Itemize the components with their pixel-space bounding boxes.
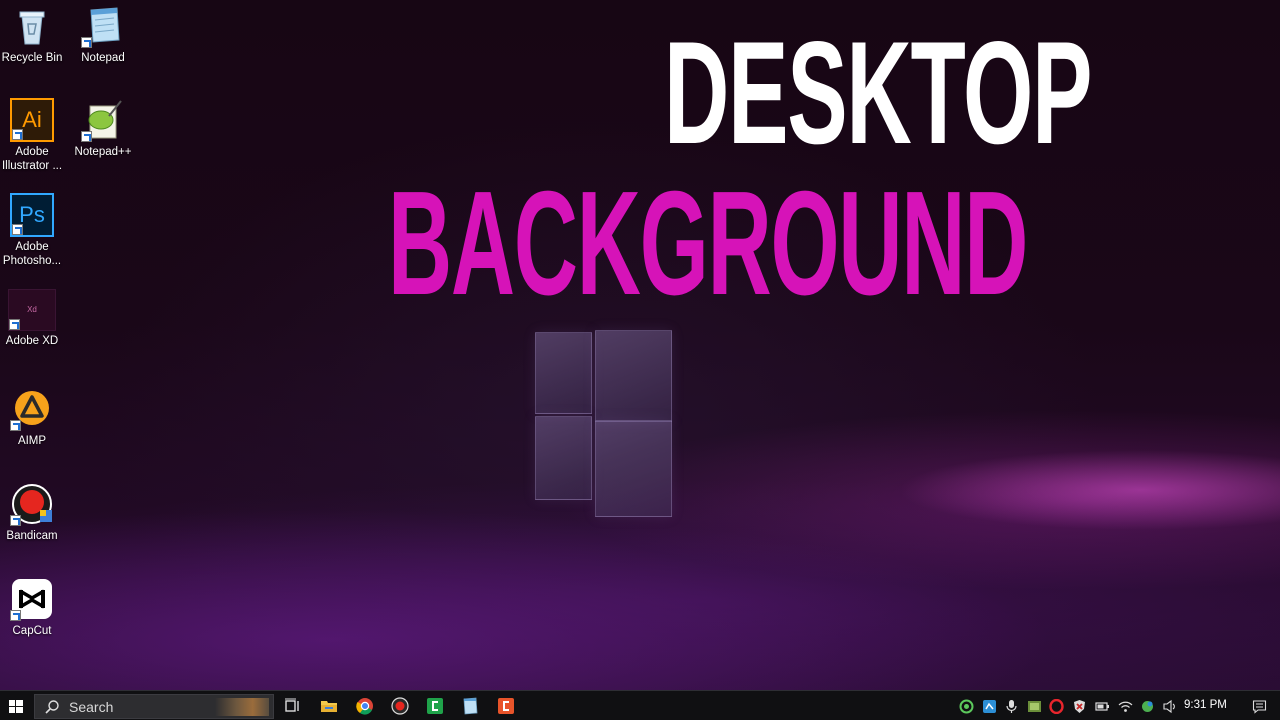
adobe-photoshop-icon: Ps (10, 193, 54, 237)
bandicam-label: Bandicam (6, 530, 58, 542)
adobe-illustrator-icon: Ai (10, 98, 54, 142)
taskbar-clock[interactable]: 9:31 PM (1184, 699, 1227, 711)
green-circle-icon (959, 699, 974, 714)
photoshop-label-line1: Adobe (15, 241, 49, 253)
chrome-icon (356, 698, 373, 715)
camtasia-icon (427, 698, 443, 714)
illustrator-label-line1: Adobe (15, 146, 49, 158)
desktop-icon-recycle-bin[interactable]: Recycle Bin (0, 4, 67, 65)
notepad-plus-plus-label: Notepad++ (74, 146, 132, 158)
taskbar-capcut[interactable] (496, 696, 516, 716)
tray-opera[interactable] (1049, 698, 1064, 715)
desktop-icon-adobe-xd[interactable]: Xd Adobe XD (0, 289, 67, 348)
desktop-icon-adobe-illustrator[interactable]: Ai Adobe Illustrator ... (0, 98, 67, 173)
desktop-icon-aimp[interactable]: AIMP (0, 387, 67, 448)
taskbar-file-explorer[interactable] (319, 696, 339, 716)
record-icon (391, 697, 409, 715)
aimp-icon (10, 387, 54, 431)
task-view-icon (285, 698, 299, 712)
recycle-bin-icon (10, 4, 54, 48)
wifi-icon (1118, 701, 1133, 712)
taskbar-notepad[interactable] (460, 696, 480, 716)
shortcut-arrow-icon (10, 610, 21, 621)
illustrator-label-line2: Illustrator ... (1, 160, 63, 172)
security-icon (1074, 700, 1085, 713)
notification-icon (1252, 700, 1267, 714)
shortcut-arrow-icon (10, 515, 21, 526)
task-view-button[interactable] (283, 696, 303, 716)
taskbar: Search 9:31 PM (0, 690, 1280, 720)
tray-network-app[interactable] (982, 699, 997, 714)
shortcut-arrow-icon (10, 420, 21, 431)
tray-green-circle[interactable] (959, 699, 974, 714)
start-button[interactable] (0, 691, 32, 720)
desktop-icon-adobe-photoshop[interactable]: Ps Adobe Photosho... (0, 193, 67, 268)
network-app-icon (983, 700, 996, 713)
recycle-bin-label: Recycle Bin (1, 52, 63, 64)
photoshop-label-line2: Photosho... (2, 255, 62, 267)
tray-app[interactable] (1027, 699, 1042, 714)
notepad-icon (81, 4, 125, 48)
tray-wifi[interactable] (1118, 699, 1133, 714)
taskbar-search-box[interactable]: Search (34, 694, 274, 719)
shortcut-arrow-icon (9, 319, 20, 330)
taskbar-camtasia[interactable] (425, 696, 445, 716)
desktop-icon-bandicam[interactable]: Bandicam (0, 482, 67, 543)
headline-background: BACKGROUND (388, 161, 1028, 326)
tray-volume[interactable] (1162, 699, 1177, 714)
adobe-xd-icon: Xd (8, 289, 56, 331)
adobe-xd-label: Adobe XD (5, 335, 59, 347)
aimp-label: AIMP (17, 435, 47, 447)
capcut-icon (10, 577, 54, 621)
capcut-orange-icon (498, 698, 514, 714)
desktop: DESKTOP BACKGROUND Recycle Bin Notepad A… (0, 0, 1280, 720)
windows-start-icon (9, 700, 23, 713)
tray-security[interactable] (1072, 699, 1087, 714)
search-icon (45, 700, 59, 714)
headline-desktop: DESKTOP (664, 11, 1092, 174)
desktop-icon-notepad[interactable]: Notepad (68, 4, 138, 65)
windows-logo (535, 330, 675, 520)
shortcut-arrow-icon (81, 37, 92, 48)
microphone-icon (1006, 700, 1017, 713)
file-explorer-icon (321, 701, 337, 712)
opera-icon (1049, 698, 1064, 715)
tray-battery[interactable] (1095, 699, 1110, 714)
capcut-label: CapCut (12, 625, 52, 637)
taskbar-chrome[interactable] (355, 696, 375, 716)
app-icon (1028, 701, 1041, 712)
search-highlight-image (215, 698, 269, 716)
tray-update[interactable] (1140, 699, 1155, 714)
bandicam-icon (10, 482, 54, 526)
desktop-icon-notepad-plus-plus[interactable]: Notepad++ (68, 98, 138, 159)
notepad-label: Notepad (81, 52, 125, 64)
notepad-icon (463, 697, 478, 715)
notepad-plus-plus-icon (81, 98, 125, 142)
taskbar-recorder[interactable] (390, 696, 410, 716)
tray-microphone[interactable] (1004, 699, 1019, 714)
update-icon (1142, 701, 1153, 712)
battery-icon (1095, 702, 1109, 711)
volume-icon (1163, 699, 1175, 714)
desktop-icon-capcut[interactable]: CapCut (0, 577, 67, 638)
search-placeholder: Search (69, 699, 114, 715)
shortcut-arrow-icon (12, 224, 23, 235)
shortcut-arrow-icon (12, 129, 23, 140)
action-center-button[interactable] (1252, 699, 1267, 714)
shortcut-arrow-icon (81, 131, 92, 142)
